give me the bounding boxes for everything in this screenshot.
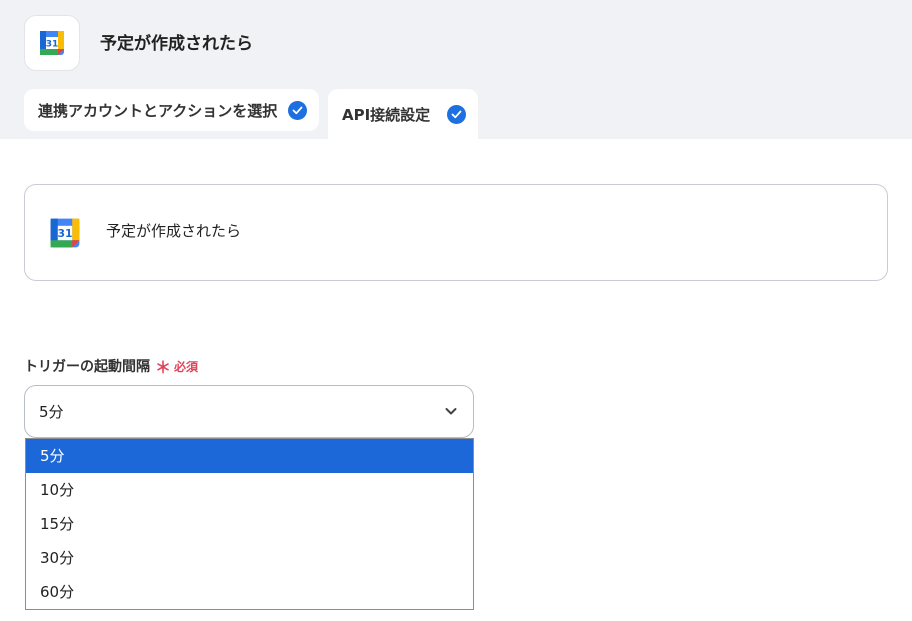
svg-text:31: 31 <box>57 227 72 240</box>
option-10min[interactable]: 10分 <box>26 473 473 507</box>
tab-api-settings[interactable]: API接続設定 <box>328 89 478 139</box>
interval-options-list: 5分 10分 15分 30分 60分 <box>25 438 474 610</box>
required-star: ＊ <box>155 358 172 377</box>
page-title: 予定が作成されたら <box>100 34 253 54</box>
option-30min[interactable]: 30分 <box>26 541 473 575</box>
google-calendar-icon: 31 <box>50 218 80 248</box>
tab-label: API接続設定 <box>342 105 431 124</box>
option-5min[interactable]: 5分 <box>26 439 473 473</box>
tab-account-action[interactable]: 連携アカウントとアクションを選択 <box>24 89 319 131</box>
trigger-title: 予定が作成されたら <box>106 222 242 240</box>
chevron-down-icon <box>445 408 457 415</box>
check-icon <box>288 100 307 120</box>
tab-label: 連携アカウントとアクションを選択 <box>38 101 278 120</box>
field-label-text: トリガーの起動間隔 <box>24 359 150 375</box>
interval-field-label: トリガーの起動間隔 ＊ 必須 <box>24 354 198 378</box>
interval-select[interactable]: 5分 <box>24 385 474 438</box>
select-value: 5分 <box>39 403 64 421</box>
option-60min[interactable]: 60分 <box>26 575 473 609</box>
google-calendar-icon: 31 <box>40 31 64 55</box>
app-icon-tile: 31 <box>24 15 80 71</box>
check-icon <box>447 104 466 124</box>
trigger-card: 31 予定が作成されたら <box>24 184 888 281</box>
svg-text:31: 31 <box>46 40 59 50</box>
option-15min[interactable]: 15分 <box>26 507 473 541</box>
required-text: 必須 <box>174 359 199 374</box>
